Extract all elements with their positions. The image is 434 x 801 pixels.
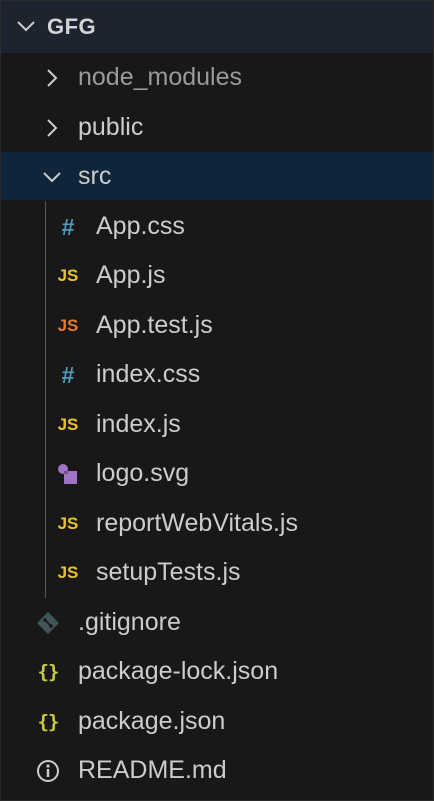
file-report-web-vitals-js[interactable]: JS reportWebVitals.js [1,499,433,547]
file-app-js[interactable]: JS App.js [1,251,433,299]
file-label: reportWebVitals.js [96,509,298,537]
json-file-icon: {} [37,661,60,683]
js-file-icon: JS [57,563,79,582]
file-logo-svg[interactable]: logo.svg [1,449,433,497]
file-index-css[interactable]: # index.css [1,350,433,398]
chevron-right-icon [39,115,65,141]
file-label: package-lock.json [78,657,279,685]
file-app-css[interactable]: # App.css [1,202,433,250]
file-label: setupTests.js [96,558,241,586]
folder-label: node_modules [78,63,243,91]
root-folder-label: GFG [47,14,97,39]
file-label: App.test.js [96,311,213,339]
file-label: .gitignore [78,608,181,636]
file-label: App.css [96,212,185,240]
file-label: logo.svg [96,459,190,487]
file-label: index.css [96,360,201,388]
file-explorer: GFG node_modules public src # App.css JS… [0,0,434,801]
file-readme-md[interactable]: README.md [1,746,433,794]
js-file-icon: JS [57,415,79,434]
folder-label: src [78,162,112,190]
file-label: package.json [78,707,226,735]
file-setup-tests-js[interactable]: JS setupTests.js [1,548,433,596]
file-gitignore[interactable]: .gitignore [1,598,433,646]
file-package-json[interactable]: {} package.json [1,697,433,745]
file-label: App.js [96,261,166,289]
folder-label: public [78,113,144,141]
file-package-lock-json[interactable]: {} package-lock.json [1,647,433,695]
info-file-icon [35,758,61,784]
js-file-icon: JS [57,266,79,285]
json-file-icon: {} [37,711,60,733]
svg-file-icon [55,461,81,487]
folder-node-modules[interactable]: node_modules [1,53,433,101]
chevron-right-icon [39,65,65,91]
file-app-test-js[interactable]: JS App.test.js [1,301,433,349]
folder-public[interactable]: public [1,103,433,151]
git-file-icon [35,610,61,636]
file-label: README.md [78,756,227,784]
css-file-icon: # [61,213,75,240]
folder-src[interactable]: src [1,152,433,200]
chevron-down-icon [13,13,39,39]
root-folder-gfg[interactable]: GFG [1,1,433,53]
file-label: index.js [96,410,181,438]
file-index-js[interactable]: JS index.js [1,400,433,448]
js-file-icon: JS [57,514,79,533]
css-file-icon: # [61,361,75,388]
chevron-down-icon [39,164,65,190]
js-test-file-icon: JS [57,316,79,335]
